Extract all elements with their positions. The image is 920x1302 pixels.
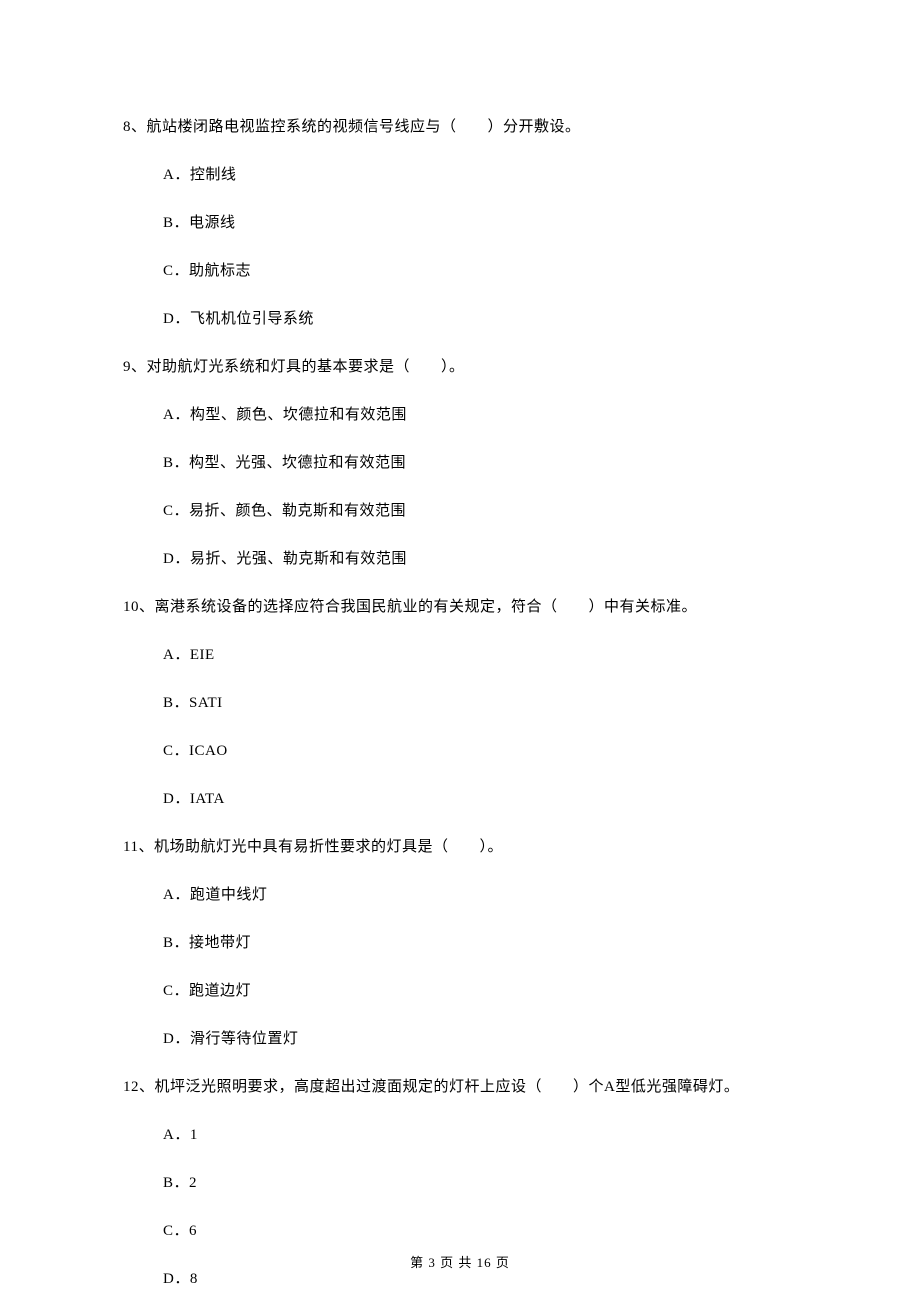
option-c: C．助航标志 — [163, 259, 797, 283]
option-b: B．电源线 — [163, 211, 797, 235]
option-a: A．控制线 — [163, 163, 797, 187]
option-b: B．2 — [163, 1171, 797, 1195]
option-b: B．构型、光强、坎德拉和有效范围 — [163, 451, 797, 475]
question-10: 10、离港系统设备的选择应符合我国民航业的有关规定，符合（ ）中有关标准。 A．… — [123, 595, 797, 811]
page-content: 8、航站楼闭路电视监控系统的视频信号线应与（ ）分开敷设。 A．控制线 B．电源… — [0, 0, 920, 1291]
question-text: 12、机坪泛光照明要求，高度超出过渡面规定的灯杆上应设（ ）个A型低光强障碍灯。 — [123, 1075, 797, 1099]
question-11: 11、机场助航灯光中具有易折性要求的灯具是（ ）。 A．跑道中线灯 B．接地带灯… — [123, 835, 797, 1051]
question-text: 9、对助航灯光系统和灯具的基本要求是（ ）。 — [123, 355, 797, 379]
option-a: A．1 — [163, 1123, 797, 1147]
question-9: 9、对助航灯光系统和灯具的基本要求是（ ）。 A．构型、颜色、坎德拉和有效范围 … — [123, 355, 797, 571]
question-text: 8、航站楼闭路电视监控系统的视频信号线应与（ ）分开敷设。 — [123, 115, 797, 139]
question-options: A．控制线 B．电源线 C．助航标志 D．飞机机位引导系统 — [123, 163, 797, 331]
question-text: 11、机场助航灯光中具有易折性要求的灯具是（ ）。 — [123, 835, 797, 859]
question-text: 10、离港系统设备的选择应符合我国民航业的有关规定，符合（ ）中有关标准。 — [123, 595, 797, 619]
option-c: C．易折、颜色、勒克斯和有效范围 — [163, 499, 797, 523]
question-options: A．跑道中线灯 B．接地带灯 C．跑道边灯 D．滑行等待位置灯 — [123, 883, 797, 1051]
option-d: D．IATA — [163, 787, 797, 811]
option-a: A．跑道中线灯 — [163, 883, 797, 907]
option-b: B．SATI — [163, 691, 797, 715]
question-options: A．构型、颜色、坎德拉和有效范围 B．构型、光强、坎德拉和有效范围 C．易折、颜… — [123, 403, 797, 571]
option-c: C．跑道边灯 — [163, 979, 797, 1003]
option-b: B．接地带灯 — [163, 931, 797, 955]
question-options: A．EIE B．SATI C．ICAO D．IATA — [123, 643, 797, 811]
option-a: A．构型、颜色、坎德拉和有效范围 — [163, 403, 797, 427]
option-d: D．易折、光强、勒克斯和有效范围 — [163, 547, 797, 571]
page-footer: 第 3 页 共 16 页 — [0, 1252, 920, 1271]
option-c: C．ICAO — [163, 739, 797, 763]
question-8: 8、航站楼闭路电视监控系统的视频信号线应与（ ）分开敷设。 A．控制线 B．电源… — [123, 115, 797, 331]
option-a: A．EIE — [163, 643, 797, 667]
option-c: C．6 — [163, 1219, 797, 1243]
option-d: D．滑行等待位置灯 — [163, 1027, 797, 1051]
option-d: D．飞机机位引导系统 — [163, 307, 797, 331]
